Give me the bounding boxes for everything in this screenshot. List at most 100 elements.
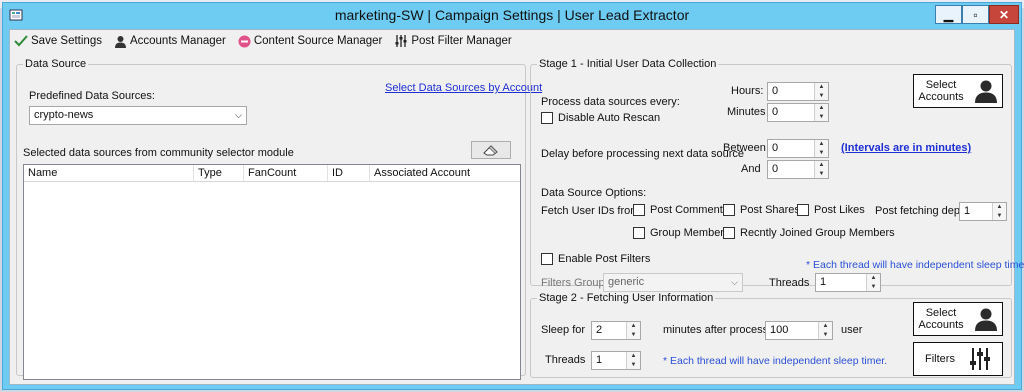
minutes-value: 0 bbox=[772, 106, 779, 118]
filters-button[interactable]: Filters bbox=[913, 342, 1003, 376]
accounts-manager-button[interactable]: Accounts Manager bbox=[114, 35, 226, 48]
hours-value: 0 bbox=[772, 85, 779, 97]
post-shares-checkbox[interactable]: Post Shares bbox=[723, 204, 800, 216]
sleep-spinner[interactable]: 2 ▲ ▼ bbox=[591, 321, 641, 340]
stage2-threads-spinner[interactable]: 1 ▲ ▼ bbox=[591, 351, 641, 370]
spin-up-icon[interactable]: ▲ bbox=[815, 104, 828, 113]
checkbox-box[interactable] bbox=[541, 112, 553, 124]
select-accounts-label: Select Accounts bbox=[918, 79, 964, 103]
client-area: Save Settings Accounts Manager Content S… bbox=[9, 29, 1024, 385]
checkbox-box[interactable] bbox=[633, 227, 645, 239]
minimize-button[interactable]: ▁ bbox=[935, 5, 962, 24]
spinner-buttons: ▲ ▼ bbox=[866, 274, 880, 291]
user-count-value: 100 bbox=[770, 324, 789, 336]
spin-down-icon[interactable]: ▼ bbox=[993, 212, 1006, 221]
fetch-depth-spinner[interactable]: 1 ▲ ▼ bbox=[959, 202, 1007, 221]
stage2-thread-note: * Each thread will have independent slee… bbox=[663, 355, 888, 367]
data-sources-grid[interactable]: Name Type FanCount ID Associated Account bbox=[23, 164, 521, 380]
column-header-associated-account[interactable]: Associated Account bbox=[370, 165, 520, 181]
post-comments-label: Post Comments bbox=[650, 204, 729, 216]
post-filter-manager-button[interactable]: Post Filter Manager bbox=[394, 34, 512, 48]
column-header-type[interactable]: Type bbox=[194, 165, 244, 181]
filters-group-label: Filters Group : bbox=[541, 277, 611, 289]
spinner-buttons: ▲ ▼ bbox=[814, 140, 828, 157]
spin-up-icon[interactable]: ▲ bbox=[815, 140, 828, 149]
spin-down-icon[interactable]: ▼ bbox=[815, 170, 828, 179]
spin-down-icon[interactable]: ▼ bbox=[815, 92, 828, 101]
stage1-threads-label: Threads bbox=[769, 277, 810, 289]
accounts-manager-label: Accounts Manager bbox=[129, 35, 226, 47]
spin-up-icon[interactable]: ▲ bbox=[815, 161, 828, 170]
column-header-name[interactable]: Name bbox=[24, 165, 194, 181]
spin-down-icon[interactable]: ▼ bbox=[867, 283, 880, 292]
checkbox-box[interactable] bbox=[541, 253, 553, 265]
checkbox-box[interactable] bbox=[723, 204, 735, 216]
stage1-select-accounts-button[interactable]: Select Accounts bbox=[913, 74, 1003, 108]
column-header-fancount[interactable]: FanCount bbox=[244, 165, 328, 181]
user-count-spinner[interactable]: 100 ▲ ▼ bbox=[765, 321, 833, 340]
spin-up-icon[interactable]: ▲ bbox=[627, 322, 640, 331]
stage1-threads-spinner[interactable]: 1 ▲ ▼ bbox=[815, 273, 881, 292]
close-button[interactable]: ✕ bbox=[989, 5, 1019, 24]
title-bar[interactable]: marketing-SW | Campaign Settings | User … bbox=[3, 3, 1021, 29]
sleep-for-label: Sleep for bbox=[541, 324, 586, 336]
data-source-legend: Data Source bbox=[25, 58, 87, 70]
checkbox-box[interactable] bbox=[633, 204, 645, 216]
enable-post-filters-checkbox[interactable]: Enable Post Filters bbox=[541, 253, 650, 265]
clear-sources-button[interactable] bbox=[471, 141, 511, 159]
post-comments-checkbox[interactable]: Post Comments bbox=[633, 204, 728, 216]
spin-up-icon[interactable]: ▲ bbox=[627, 352, 640, 361]
hours-spinner[interactable]: 0 ▲ ▼ bbox=[767, 82, 829, 101]
between-value: 0 bbox=[772, 142, 779, 154]
recently-joined-checkbox[interactable]: Recntly Joined Group Members bbox=[723, 227, 895, 239]
spin-up-icon[interactable]: ▲ bbox=[815, 83, 828, 92]
spinner-buttons: ▲ ▼ bbox=[814, 104, 828, 121]
save-settings-button[interactable]: Save Settings bbox=[14, 35, 102, 47]
post-filter-manager-label: Post Filter Manager bbox=[411, 35, 512, 47]
stage2-group: Stage 2 - Fetching User Information Slee… bbox=[530, 292, 1012, 378]
content-source-manager-button[interactable]: Content Source Manager bbox=[238, 35, 382, 48]
post-likes-checkbox[interactable]: Post Likes bbox=[797, 204, 865, 216]
and-label: And bbox=[741, 163, 761, 175]
window-title: marketing-SW | Campaign Settings | User … bbox=[334, 7, 690, 23]
group-members-checkbox[interactable]: Group Members bbox=[633, 227, 729, 239]
checkbox-box[interactable] bbox=[797, 204, 809, 216]
spinner-buttons: ▲ ▼ bbox=[814, 161, 828, 178]
spin-down-icon[interactable]: ▼ bbox=[819, 331, 832, 340]
spin-down-icon[interactable]: ▼ bbox=[627, 331, 640, 340]
hours-label: Hours: bbox=[731, 85, 764, 97]
checkbox-box[interactable] bbox=[723, 227, 735, 239]
post-shares-label: Post Shares bbox=[740, 204, 800, 216]
sliders-icon bbox=[969, 348, 990, 370]
user-icon bbox=[974, 308, 997, 331]
delay-label: Delay before processing next data source bbox=[541, 148, 745, 160]
spin-up-icon[interactable]: ▲ bbox=[993, 203, 1006, 212]
select-accounts-label: Select Accounts bbox=[918, 307, 964, 331]
user-label: user bbox=[841, 324, 863, 336]
and-spinner[interactable]: 0 ▲ ▼ bbox=[767, 160, 829, 179]
disable-auto-rescan-checkbox[interactable]: Disable Auto Rescan bbox=[541, 112, 660, 124]
stage1-thread-note: * Each thread will have independent slee… bbox=[806, 259, 1024, 271]
content-source-icon bbox=[238, 35, 251, 47]
spin-up-icon[interactable]: ▲ bbox=[819, 322, 832, 331]
spin-up-icon[interactable]: ▲ bbox=[867, 274, 880, 283]
spin-down-icon[interactable]: ▼ bbox=[627, 361, 640, 370]
between-label: Between bbox=[723, 142, 766, 154]
minutes-spinner[interactable]: 0 ▲ ▼ bbox=[767, 103, 829, 122]
chevron-down-icon: ⌵ bbox=[731, 277, 738, 287]
intervals-link[interactable]: (Intervals are in minutes) bbox=[841, 142, 971, 154]
predefined-data-sources-dropdown[interactable]: crypto-news ⌵ bbox=[29, 106, 247, 125]
sleep-value: 2 bbox=[596, 324, 603, 336]
column-header-id[interactable]: ID bbox=[328, 165, 370, 181]
spin-down-icon[interactable]: ▼ bbox=[815, 149, 828, 158]
spin-down-icon[interactable]: ▼ bbox=[815, 113, 828, 122]
toolbar: Save Settings Accounts Manager Content S… bbox=[10, 30, 1014, 52]
select-data-sources-link[interactable]: Select Data Sources by Account bbox=[385, 82, 542, 94]
group-members-label: Group Members bbox=[650, 227, 730, 239]
stage2-select-accounts-button[interactable]: Select Accounts bbox=[913, 302, 1003, 336]
maximize-button[interactable]: ▫ bbox=[962, 5, 989, 24]
checkmark-icon bbox=[14, 35, 28, 47]
between-spinner[interactable]: 0 ▲ ▼ bbox=[767, 139, 829, 158]
selected-data-sources-label: Selected data sources from community sel… bbox=[23, 147, 294, 159]
filters-group-dropdown[interactable]: generic ⌵ bbox=[603, 273, 743, 292]
